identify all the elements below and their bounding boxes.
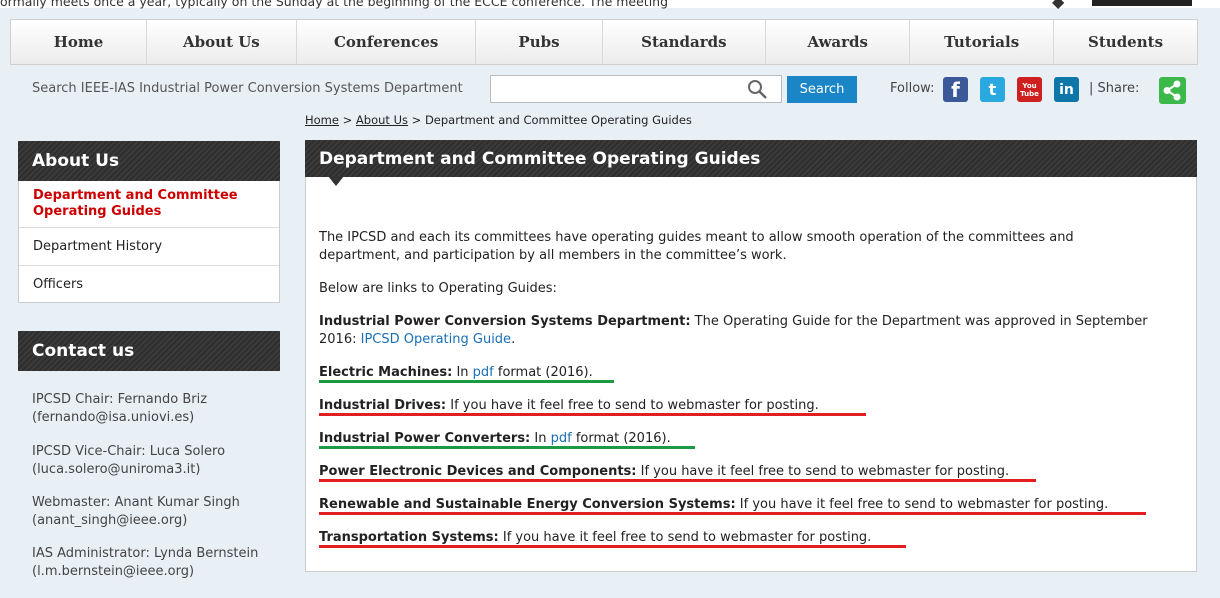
ipcsd-text-end: . — [511, 332, 516, 347]
committee-name: Renewable and Sustainable Energy Convers… — [319, 497, 736, 512]
contact-entry-vice-chair: IPCSD Vice-Chair: Luca Solero (luca.sole… — [32, 443, 225, 479]
contact-name: IPCSD Vice-Chair: Luca Solero — [32, 444, 226, 459]
nav-about-us[interactable]: About Us — [147, 20, 297, 64]
committee-name: Electric Machines: — [319, 365, 453, 380]
sidebar-menu: Department and Committee Operating Guide… — [18, 181, 280, 303]
twitter-icon[interactable]: t — [980, 77, 1005, 102]
committee-name: Industrial Power Converters: — [319, 431, 531, 446]
missing-underline — [319, 479, 1036, 482]
magnifier-icon[interactable] — [746, 78, 768, 100]
breadcrumb-home[interactable]: Home — [305, 113, 339, 127]
pdf-link[interactable]: pdf — [551, 431, 572, 446]
breadcrumb-about-us[interactable]: About Us — [356, 113, 408, 127]
contact-name: IAS Administrator: Lynda Bernstein — [32, 546, 259, 561]
missing-underline — [319, 545, 906, 548]
sidebar-item-officers[interactable]: Officers — [19, 266, 279, 302]
ieee-diamond-icon: ◆ — [1052, 0, 1065, 11]
sidebar-item-department-history[interactable]: Department History — [19, 228, 279, 266]
committee-name: Industrial Drives: — [319, 398, 447, 413]
content-panel: Department and Committee Operating Guide… — [305, 140, 1197, 572]
nav-tutorials[interactable]: Tutorials — [910, 20, 1055, 64]
facebook-icon[interactable]: f — [943, 77, 968, 102]
contact-email: (anant_singh@ieee.org) — [32, 513, 188, 528]
contact-title: Contact us — [18, 331, 280, 371]
title-pointer-icon — [328, 176, 344, 186]
available-underline — [319, 446, 695, 449]
nav-conferences[interactable]: Conferences — [297, 20, 477, 64]
youtube-icon-text: You Tube — [1020, 81, 1039, 98]
ipcsd-guide-link[interactable]: IPCSD Operating Guide — [361, 332, 511, 347]
sidebar-title: About Us — [18, 141, 280, 181]
committee-text: If you have it feel free to send to webm… — [636, 464, 1010, 479]
intro-line: department, and participation by all mem… — [319, 248, 787, 263]
intro-line: The IPCSD and each its committees have o… — [319, 230, 1074, 245]
clipped-top-text: ormally meets once a year, typically on … — [0, 0, 669, 9]
linkedin-icon[interactable]: in — [1054, 77, 1079, 102]
sidebar-item-operating-guides[interactable]: Department and Committee Operating Guide… — [19, 181, 279, 228]
ipcsd-guide: Industrial Power Conversion Systems Depa… — [319, 313, 1148, 349]
contact-entry-chair: IPCSD Chair: Fernando Briz (fernando@isa… — [32, 391, 207, 427]
page-title: Department and Committee Operating Guide… — [305, 140, 1197, 177]
contact-email: (fernando@isa.uniovi.es) — [32, 410, 195, 425]
committee-name: Transportation Systems: — [319, 530, 499, 545]
breadcrumb-separator: > — [338, 113, 356, 127]
ieee-logo: ◆ — [1052, 0, 1202, 12]
contact-entry-webmaster: Webmaster: Anant Kumar Singh (anant_sing… — [32, 494, 240, 530]
nav-awards[interactable]: Awards — [766, 20, 911, 64]
committee-text: In — [530, 431, 551, 446]
contact-email: (luca.solero@uniroma3.it) — [32, 462, 201, 477]
breadcrumb-separator: > — [408, 113, 425, 127]
committee-text: If you have it feel free to send to webm… — [498, 530, 872, 545]
contact-name: IPCSD Chair: Fernando Briz — [32, 392, 208, 407]
committee-text: format (2016). — [571, 431, 671, 446]
nav-standards[interactable]: Standards — [603, 20, 767, 64]
available-underline — [319, 380, 614, 383]
ipcsd-text: The Operating Guide for the Department w… — [690, 314, 1148, 329]
main-nav: Home About Us Conferences Pubs Standards… — [10, 19, 1198, 65]
contact-email: (l.m.bernstein@ieee.org) — [32, 564, 195, 579]
ipcsd-heading: Industrial Power Conversion Systems Depa… — [319, 314, 691, 329]
nav-pubs[interactable]: Pubs — [476, 20, 603, 64]
share-label: | Share: — [1089, 81, 1140, 96]
nav-students[interactable]: Students — [1054, 20, 1197, 64]
committee-text: If you have it feel free to send to webm… — [446, 398, 819, 413]
search-label: Search IEEE-IAS Industrial Power Convers… — [32, 81, 463, 96]
links-intro: Below are links to Operating Guides: — [319, 281, 557, 296]
search-input[interactable] — [490, 75, 782, 103]
share-icon[interactable] — [1159, 77, 1186, 104]
ieee-wordmark — [1092, 0, 1192, 6]
committee-text: In — [452, 365, 473, 380]
missing-underline — [319, 512, 1146, 515]
nav-home[interactable]: Home — [11, 20, 147, 64]
missing-underline — [319, 413, 866, 416]
follow-label: Follow: — [890, 81, 935, 96]
intro-paragraph: The IPCSD and each its committees have o… — [319, 229, 1074, 265]
search-button[interactable]: Search — [787, 76, 857, 103]
youtube-icon[interactable]: You Tube — [1017, 77, 1042, 102]
pdf-link[interactable]: pdf — [473, 365, 494, 380]
committee-text: If you have it feel free to send to webm… — [735, 497, 1109, 512]
ipcsd-text: 2016: — [319, 332, 361, 347]
breadcrumb: Home > About Us > Department and Committ… — [305, 113, 692, 127]
committee-name: Power Electronic Devices and Components: — [319, 464, 637, 479]
breadcrumb-current: Department and Committee Operating Guide… — [424, 113, 692, 127]
committee-text: format (2016). — [493, 365, 593, 380]
contact-name: Webmaster: Anant Kumar Singh — [32, 495, 240, 510]
contact-entry-administrator: IAS Administrator: Lynda Bernstein (l.m.… — [32, 545, 258, 581]
